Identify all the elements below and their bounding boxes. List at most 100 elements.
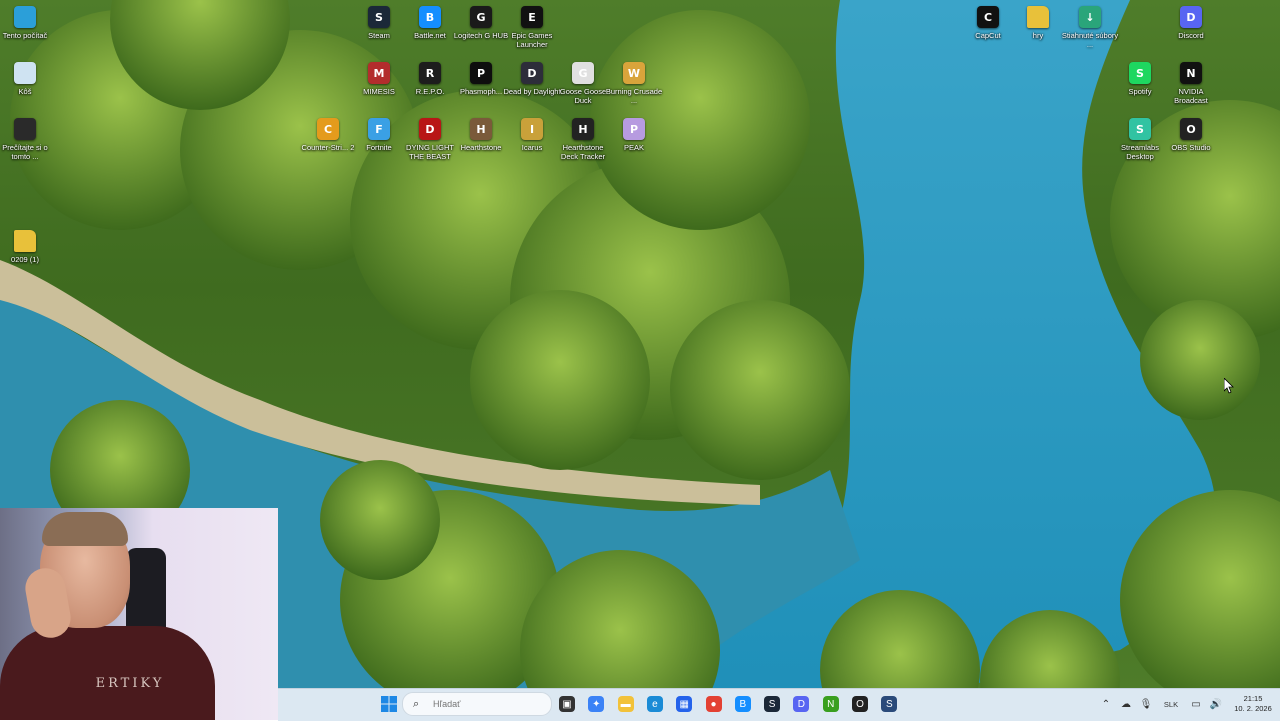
task-view-button[interactable]: ▣ xyxy=(556,693,578,715)
network-cloud-icon[interactable]: ☁ xyxy=(1118,699,1134,710)
steam-icon: S xyxy=(368,6,390,28)
desktop-shortcut-label: PEAK xyxy=(623,143,644,152)
goose-goose-duck-icon: G xyxy=(572,62,594,84)
desktop-shortcut-epic-games[interactable]: E Epic Games Launcher xyxy=(502,6,562,49)
desktop-shortcut-label: Burning Crusade ... xyxy=(605,87,663,105)
obs-taskbar-button[interactable]: O xyxy=(849,693,871,715)
taskbar-search[interactable]: ⌕ xyxy=(402,692,552,716)
desktop-shortcut-label: MIMESIS xyxy=(363,87,395,96)
clock-date: 10. 2. 2026 xyxy=(1234,704,1272,713)
desktop-shortcut-nvidia-broadcast[interactable]: N NVIDIA Broadcast xyxy=(1161,62,1221,105)
webcam-overlay: ERTIKY xyxy=(0,508,278,720)
counter-strike-icon: C xyxy=(317,118,339,140)
desktop-shortcut-label: Discord xyxy=(1178,31,1204,40)
desktop-shortcut-label: 0209 (1) xyxy=(11,255,39,264)
folder-icon xyxy=(14,230,36,252)
search-input[interactable] xyxy=(431,698,545,710)
desktop-shortcut-label: Icarus xyxy=(521,143,543,152)
language-indicator[interactable]: SLK xyxy=(1158,700,1184,709)
desktop-shortcut-label: Fortnite xyxy=(366,143,392,152)
desktop-shortcut-label: Steam xyxy=(368,31,390,40)
phasmophobia-icon: P xyxy=(470,62,492,84)
desktop-shortcut-label: Logitech G HUB xyxy=(453,31,509,40)
fortnite-icon: F xyxy=(368,118,390,140)
info-icon xyxy=(14,118,36,140)
copilot-button[interactable]: ✦ xyxy=(585,693,607,715)
edge-button[interactable]: e xyxy=(644,693,666,715)
windows-logo-icon xyxy=(381,696,397,712)
chevron-up-icon[interactable]: ⌃ xyxy=(1098,699,1114,710)
dead-by-daylight-icon: D xyxy=(521,62,543,84)
edge-icon: e xyxy=(646,696,663,712)
recycle-bin-icon xyxy=(14,62,36,84)
steam-taskbar-icon-2: S xyxy=(881,696,898,712)
webcam-shirt-text: ERTIKY xyxy=(95,676,165,691)
desktop-shortcut-downloads[interactable]: ↓ Stiahnuté súbory ... xyxy=(1060,6,1120,49)
dying-light-icon: D xyxy=(419,118,441,140)
speaker-icon[interactable]: 🔊 xyxy=(1208,699,1224,710)
streamlabs-icon: S xyxy=(1129,118,1151,140)
webcam-person-hair xyxy=(42,512,128,546)
battlenet-taskbar-button[interactable]: B xyxy=(732,693,754,715)
desktop-shortcut-peak[interactable]: P PEAK xyxy=(604,118,664,152)
desktop-shortcut-label: Kôš xyxy=(18,87,32,96)
capcut-icon: C xyxy=(977,6,999,28)
desktop-shortcut-label: Prečítajte si o tomto ... xyxy=(2,143,48,161)
desktop-shortcut-label: Spotify xyxy=(1128,87,1152,96)
desktop-shortcut-folder[interactable]: 0209 (1) xyxy=(0,230,55,264)
desktop-shortcut-label: Dead by Daylight xyxy=(503,87,561,96)
task-view-icon: ▣ xyxy=(559,696,575,712)
start-button[interactable] xyxy=(378,693,400,715)
desktop-shortcut-label: Phasmoph... xyxy=(459,87,503,96)
nvidia-taskbar-icon: N xyxy=(822,696,839,712)
desktop-shortcut-label: OBS Studio xyxy=(1171,143,1211,152)
clock[interactable]: 21:15 10. 2. 2026 xyxy=(1230,694,1276,714)
steam-taskbar-2-button[interactable]: S xyxy=(878,693,900,715)
steam-taskbar-button[interactable]: S xyxy=(761,693,783,715)
battlenet-taskbar-icon: B xyxy=(734,696,751,712)
desktop-shortcut-discord[interactable]: D Discord xyxy=(1161,6,1221,40)
icarus-icon: I xyxy=(521,118,543,140)
logitech-icon: G xyxy=(470,6,492,28)
desktop-shortcut-label: Hearthstone xyxy=(460,143,502,152)
peak-icon: P xyxy=(623,118,645,140)
folder-icon xyxy=(1027,6,1049,28)
chrome-button[interactable]: ● xyxy=(703,693,725,715)
desktop-shortcut-info[interactable]: Prečítajte si o tomto ... xyxy=(0,118,55,161)
discord-taskbar-button[interactable]: D xyxy=(790,693,812,715)
desktop-shortcut-obs[interactable]: O OBS Studio xyxy=(1161,118,1221,152)
desktop-shortcut-label: hry xyxy=(1032,31,1044,40)
repo-icon: R xyxy=(419,62,441,84)
store-icon: ▦ xyxy=(676,696,693,712)
webcam-person-shirt xyxy=(0,626,215,720)
mouse-cursor-icon xyxy=(1224,378,1234,394)
file-explorer-button[interactable]: ▬ xyxy=(615,693,637,715)
desktop-shortcut-folder[interactable]: hry xyxy=(1008,6,1068,40)
spotify-icon: S xyxy=(1129,62,1151,84)
desktop-shortcut-label: NVIDIA Broadcast xyxy=(1174,87,1208,105)
desktop-shortcut-label: CapCut xyxy=(975,31,1001,40)
wow-icon: W xyxy=(623,62,645,84)
desktop-shortcut-label: Tento počítač xyxy=(2,31,48,40)
hearthstone-icon: H xyxy=(470,118,492,140)
display-icon[interactable]: ▭ xyxy=(1188,699,1204,710)
desktop-shortcut-wow[interactable]: W Burning Crusade ... xyxy=(604,62,664,105)
battlenet-icon: B xyxy=(419,6,441,28)
microphone-icon[interactable]: 🎙 xyxy=(1138,699,1154,710)
desktop-shortcut-recycle-bin[interactable]: Kôš xyxy=(0,62,55,96)
file-explorer-icon: ▬ xyxy=(617,696,634,712)
discord-taskbar-icon: D xyxy=(793,696,810,712)
downloads-icon: ↓ xyxy=(1079,6,1101,28)
nvidia-taskbar-button[interactable]: N xyxy=(820,693,842,715)
store-button[interactable]: ▦ xyxy=(673,693,695,715)
epic-games-icon: E xyxy=(521,6,543,28)
desktop-shortcut-label: Counter-Stri... 2 xyxy=(301,143,355,152)
obs-icon: O xyxy=(1180,118,1202,140)
mimesis-icon: M xyxy=(368,62,390,84)
clock-time: 21:15 xyxy=(1243,694,1263,703)
discord-icon: D xyxy=(1180,6,1202,28)
desktop-shortcut-label: Battle.net xyxy=(414,31,446,40)
desktop-shortcut-monitor[interactable]: Tento počítač xyxy=(0,6,55,40)
monitor-icon xyxy=(14,6,36,28)
obs-taskbar-icon: O xyxy=(852,696,868,712)
